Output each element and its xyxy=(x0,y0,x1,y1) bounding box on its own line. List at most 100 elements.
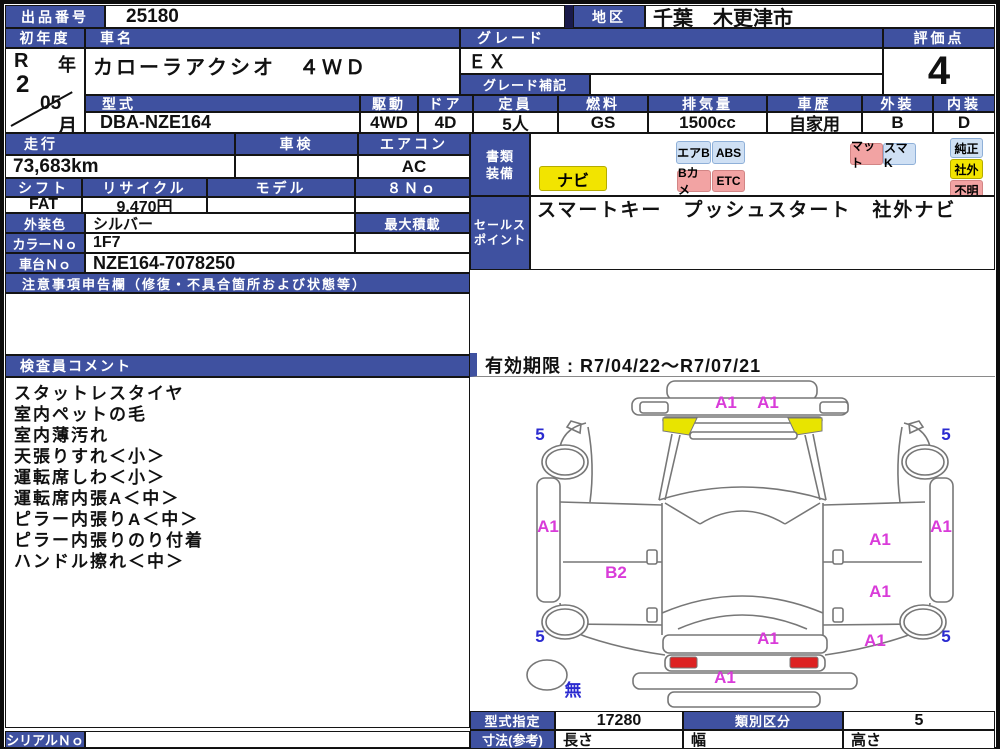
drive-header: 駆動 xyxy=(360,95,418,112)
first-year-cell: R 年 2 05 月 xyxy=(5,48,85,133)
first-year-header: 初年度 xyxy=(5,28,85,48)
interior-value: D xyxy=(933,112,995,133)
lot-number-label: 出品番号 xyxy=(5,5,105,28)
model-value: DBA-NZE164 xyxy=(85,112,360,133)
car-name-value: カローラアクシオ ４ＷＤ xyxy=(85,48,460,95)
lot-number-value: 25180 xyxy=(105,5,565,28)
wheel-front-right xyxy=(901,444,949,480)
serial-no-value xyxy=(85,731,470,748)
recycle-header: リサイクル xyxy=(82,178,207,197)
score-value: 4 xyxy=(883,48,995,95)
equipment-badges-area: ナビ エアB ABS Bカメ ETC マット スマK 純正 社外 不明 xyxy=(530,133,995,196)
windshield-outer-arc xyxy=(658,486,827,501)
shift-header: シフト xyxy=(5,178,82,197)
door-header: ドア xyxy=(418,95,473,112)
type-designation-header: 型式指定 xyxy=(470,711,555,730)
windshield-inner-arc xyxy=(699,510,786,525)
lower-rear-bar xyxy=(632,672,858,690)
diagram-label: 5 xyxy=(941,425,950,444)
color-no-value: 1F7 xyxy=(85,233,355,253)
equipment-label-line1: 書類 xyxy=(485,148,514,164)
type-designation-value: 17280 xyxy=(555,711,683,730)
history-value: 自家用 xyxy=(767,112,862,133)
rear-glass-inner-arc xyxy=(677,614,808,630)
diagram-label: A1 xyxy=(714,668,736,687)
diagram-label: A1 xyxy=(537,517,559,536)
trunk-deck xyxy=(662,634,828,654)
equipment-badge: 不明 xyxy=(950,180,983,195)
front-glass-strip xyxy=(666,380,818,401)
notes-declaration-area xyxy=(5,293,470,355)
bottom-rear-bar xyxy=(667,691,821,708)
diagram-label: 無 xyxy=(565,680,582,700)
notes-header: 注意事項申告欄（修復・不具合箇所および状態等） xyxy=(5,273,470,293)
rear-glass-outer-arc xyxy=(661,595,824,614)
equipment-badge: ABS xyxy=(712,141,745,164)
exterior-header: 外装 xyxy=(862,95,933,112)
inspection-header: 車検 xyxy=(235,133,358,155)
model-year-header: モデル xyxy=(207,178,355,197)
comment-line: 運転席しわ＜小＞ xyxy=(14,468,166,487)
comment-line: スタットレスタイヤ xyxy=(14,384,185,403)
district-label: 地区 xyxy=(573,5,645,28)
a-pillar-right xyxy=(812,433,827,501)
equipment-badge: マット xyxy=(850,139,883,170)
sales-point-text-inner: スマートキー プッシュスタート 社外ナビ xyxy=(537,200,957,221)
spare-tire xyxy=(526,659,568,691)
damage-mark-red xyxy=(669,656,698,669)
sales-point-text: スマートキー プッシュスタート 社外ナビ xyxy=(530,196,995,270)
mileage-value: 73,683km xyxy=(5,155,235,178)
comment-line: 室内薄汚れ xyxy=(14,426,109,445)
diagram-label: A1 xyxy=(864,631,886,650)
body-side-right xyxy=(897,426,903,503)
damage-diagram-area: A1 A1 5 5 A1 A1 A1 B2 A1 5 5 A1 A1 A1 無 xyxy=(475,377,995,711)
color-value: シルバー xyxy=(85,213,355,233)
model-header: 型式 xyxy=(85,95,360,112)
rocker-rail-right xyxy=(929,477,954,603)
headlight-right xyxy=(819,401,849,414)
equipment-badge: ナビ xyxy=(539,166,607,191)
shift-value: FAT xyxy=(5,197,82,213)
equipment-badge: 純正 xyxy=(950,138,983,158)
first-year-value: 2 xyxy=(16,71,30,98)
equipment-badge: エアB xyxy=(676,141,711,164)
color-header: 外装色 xyxy=(5,213,85,233)
diagram-label: A1 xyxy=(869,582,891,601)
displacement-header: 排気量 xyxy=(648,95,767,112)
validity-period: 有効期限 : R7/04/22～R7/07/21 xyxy=(470,353,995,377)
sales-point-label-line1: セールス xyxy=(473,218,526,232)
serial-no-header: シリアルＮｏ xyxy=(5,731,85,748)
sales-point-label: セールス ポイント xyxy=(470,196,530,270)
auction-sheet: 出品番号 25180 地区 千葉 木更津市 初年度 車名 グレード 評価点 R … xyxy=(0,0,1000,749)
diagram-label: 5 xyxy=(535,627,544,646)
eight-no-value xyxy=(355,197,470,213)
capacity-value: 5人 xyxy=(473,112,558,133)
header-gap xyxy=(565,5,573,28)
max-load-header: 最大積載 xyxy=(355,213,470,233)
diagram-label: A1 xyxy=(757,393,779,412)
door-handle-rear-left xyxy=(646,607,658,623)
drive-value: 4WD xyxy=(360,112,418,133)
height-label: 高さ xyxy=(843,730,995,749)
damage-mark-red xyxy=(789,656,819,669)
grade-value: ＥＸ xyxy=(460,48,883,74)
diagram-label: 5 xyxy=(941,627,950,646)
door-handle-front-left xyxy=(646,549,658,565)
hood-line-right xyxy=(804,434,821,501)
hood-line-left xyxy=(664,434,681,501)
windshield-diagonals xyxy=(664,502,821,525)
color-no-header: カラーＮｏ xyxy=(5,233,85,253)
displacement-value: 1500cc xyxy=(648,112,767,133)
equipment-label-line2: 装備 xyxy=(485,165,514,181)
class-division-value: 5 xyxy=(843,711,995,730)
width-label: 幅 xyxy=(683,730,843,749)
hood-strip xyxy=(689,431,798,440)
equipment-badge: 社外 xyxy=(950,159,983,179)
comment-line: ハンドル擦れ＜中＞ xyxy=(14,552,185,571)
equipment-label: 書類 装備 xyxy=(470,133,530,196)
rocker-rail-left xyxy=(536,477,561,603)
score-header: 評価点 xyxy=(883,28,995,48)
comment-line: 天張りすれ＜小＞ xyxy=(14,447,166,466)
inspection-value xyxy=(235,155,358,178)
eight-no-header: ８Ｎｏ xyxy=(355,178,470,197)
